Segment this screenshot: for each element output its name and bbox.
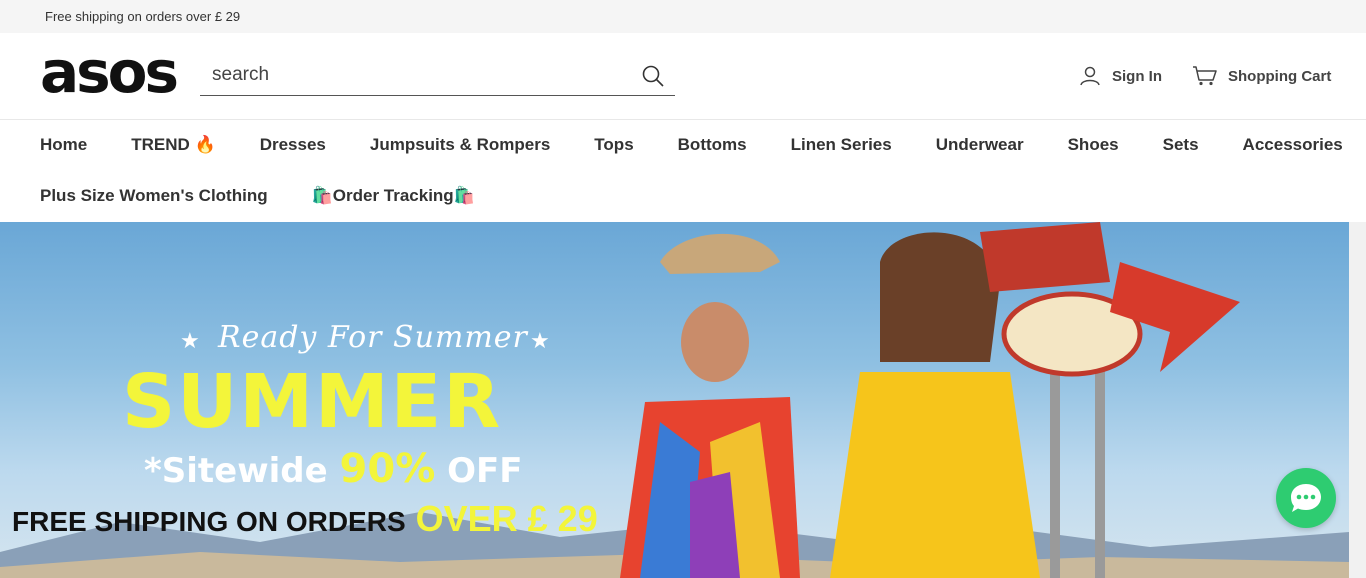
hero-banner[interactable]: ★ Ready For Summer ★ SUMMER *Sitewide 90… (0, 222, 1349, 578)
shipping-announcement: Free shipping on orders over £ 29 (45, 9, 241, 24)
search-bar (200, 55, 675, 96)
sitewide-prefix: *Sitewide (144, 451, 328, 491)
user-icon (1080, 66, 1100, 86)
hero-headline: SUMMER (122, 359, 503, 445)
hero-sitewide-offer: *Sitewide 90% OFF (144, 446, 523, 492)
chat-button[interactable] (1276, 468, 1336, 528)
cart-label: Shopping Cart (1228, 67, 1332, 85)
hero-shipping-offer: FREE SHIPPING ON ORDERS OVER £ 29 (12, 498, 598, 540)
nav-row-secondary: Plus Size Women's Clothing 🛍️Order Track… (40, 186, 519, 206)
nav-item-sets[interactable]: Sets (1163, 135, 1199, 155)
sitewide-suffix: OFF (447, 451, 523, 491)
cart-icon (1193, 66, 1217, 86)
nav-item-jumpsuits-rompers[interactable]: Jumpsuits & Rompers (370, 135, 550, 155)
sitewide-discount: 90% (339, 446, 436, 492)
nav-item-order-tracking[interactable]: 🛍️Order Tracking🛍️ (312, 186, 475, 206)
search-icon[interactable] (641, 64, 665, 88)
search-input[interactable] (200, 55, 620, 95)
nav-item-dresses[interactable]: Dresses (260, 135, 326, 155)
site-header: asos Sign In Shopping Cart (0, 33, 1366, 120)
shipping-amount: OVER £ 29 (415, 498, 598, 539)
nav-item-linen-series[interactable]: Linen Series (791, 135, 892, 155)
nav-item-shoes[interactable]: Shoes (1068, 135, 1119, 155)
chat-icon (1291, 484, 1321, 512)
hero-tagline: Ready For Summer (218, 320, 528, 355)
nav-item-plus-size[interactable]: Plus Size Women's Clothing (40, 186, 268, 206)
main-navigation: Home TREND 🔥 Dresses Jumpsuits & Rompers… (0, 121, 1366, 222)
nav-item-tops[interactable]: Tops (594, 135, 633, 155)
site-logo[interactable]: asos (40, 43, 179, 101)
nav-item-home[interactable]: Home (40, 135, 87, 155)
nav-item-underwear[interactable]: Underwear (936, 135, 1024, 155)
nav-item-accessories[interactable]: Accessories (1243, 135, 1343, 155)
nav-row-primary: Home TREND 🔥 Dresses Jumpsuits & Rompers… (40, 135, 1366, 155)
star-icon: ★ (180, 328, 200, 353)
page-scrollbar[interactable] (1349, 222, 1366, 578)
nav-item-bottoms[interactable]: Bottoms (678, 135, 747, 155)
sign-in-link[interactable]: Sign In (1080, 64, 1162, 88)
shopping-cart-link[interactable]: Shopping Cart (1192, 64, 1331, 88)
sign-in-label: Sign In (1112, 67, 1162, 85)
top-announcement-bar: Free shipping on orders over £ 29 (0, 0, 1366, 33)
nav-item-trend[interactable]: TREND 🔥 (131, 135, 215, 155)
shipping-prefix: FREE SHIPPING ON ORDERS (12, 506, 406, 537)
star-icon: ★ (530, 328, 550, 353)
